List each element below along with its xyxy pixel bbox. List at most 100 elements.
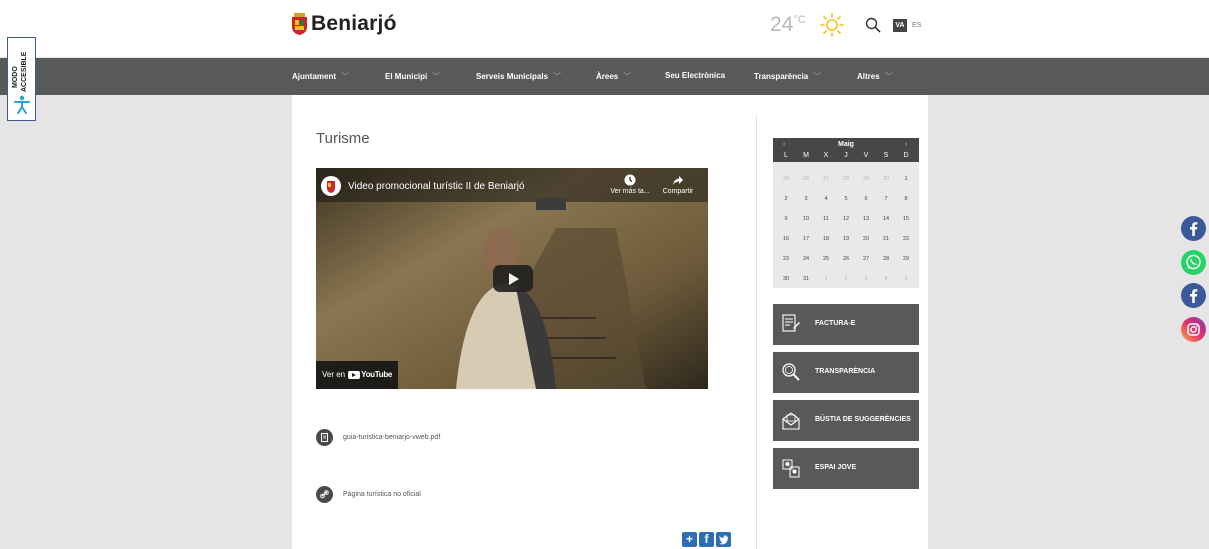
calendar-weekday: M xyxy=(803,152,809,159)
calendar-day[interactable]: 14 xyxy=(876,216,896,222)
calendar-day[interactable]: 28 xyxy=(876,256,896,262)
calendar-day[interactable]: 28 xyxy=(836,176,856,182)
facebook-icon[interactable] xyxy=(1181,283,1206,308)
calendar-day[interactable]: 6 xyxy=(856,196,876,202)
nav-ajuntament[interactable]: Ajuntament ﹀ xyxy=(292,71,349,82)
share-twitter-button[interactable] xyxy=(716,532,731,547)
calendar-day[interactable]: 2 xyxy=(776,196,796,202)
calendar-day[interactable]: 7 xyxy=(876,196,896,202)
facebook-icon[interactable] xyxy=(1181,216,1206,241)
calendar-day[interactable]: 8 xyxy=(896,196,916,202)
calendar-day[interactable]: 26 xyxy=(796,176,816,182)
play-button[interactable] xyxy=(493,265,533,292)
calendar-day[interactable]: 26 xyxy=(836,256,856,262)
calendar-day[interactable]: 11 xyxy=(816,216,836,222)
lang-es-button[interactable]: ES xyxy=(912,19,921,32)
calendar-day[interactable]: 29 xyxy=(896,256,916,262)
share-more-button[interactable]: + xyxy=(682,532,697,547)
calendar-day[interactable]: 20 xyxy=(856,236,876,242)
mailbox-icon xyxy=(782,412,800,430)
calendar-month: Maig xyxy=(838,141,854,148)
calendar-weekday: V xyxy=(863,152,869,159)
calendar-day[interactable]: 21 xyxy=(876,236,896,242)
accessibility-label: MODO ACCESIBLE xyxy=(12,51,28,92)
youth-icon xyxy=(782,459,800,478)
site-logo[interactable]: Beniarjó xyxy=(291,12,397,36)
calendar-day[interactable]: 17 xyxy=(796,236,816,242)
calendar-day[interactable]: 30 xyxy=(876,176,896,182)
calendar-day[interactable]: 1 xyxy=(816,276,836,282)
factura-e-button[interactable]: FACTURA-E xyxy=(773,304,919,345)
calendar-weekday: X xyxy=(823,152,829,159)
calendar-day[interactable]: 27 xyxy=(816,176,836,182)
lang-va-button[interactable]: VA xyxy=(893,19,907,32)
watch-on-youtube-button[interactable]: Ver en YouTube xyxy=(316,361,398,389)
sun-icon xyxy=(819,13,844,37)
chevron-down-icon: ﹀ xyxy=(813,72,822,81)
calendar-day[interactable]: 27 xyxy=(856,256,876,262)
calendar-day[interactable]: 30 xyxy=(776,276,796,282)
calendar-day[interactable]: 25 xyxy=(776,176,796,182)
calendar-day[interactable]: 23 xyxy=(776,256,796,262)
calendar-day[interactable]: 22 xyxy=(896,236,916,242)
calendar-day[interactable]: 16 xyxy=(776,236,796,242)
calendar-day[interactable]: 10 xyxy=(796,216,816,222)
nav-el-municipi[interactable]: El Municipi ﹀ xyxy=(385,71,440,82)
calendar-day[interactable]: 13 xyxy=(856,216,876,222)
chevron-down-icon: ﹀ xyxy=(341,72,349,81)
accessibility-mode-button[interactable]: MODO ACCESIBLE xyxy=(7,37,36,121)
calendar-day[interactable]: 3 xyxy=(796,196,816,202)
watch-later-button[interactable]: Ver más ta... xyxy=(604,174,656,195)
coat-of-arms-icon xyxy=(292,13,307,35)
whatsapp-icon[interactable] xyxy=(1181,250,1206,275)
youtube-logo-icon: YouTube xyxy=(348,361,392,389)
calendar-day[interactable]: 24 xyxy=(796,256,816,262)
search-icon[interactable] xyxy=(865,17,881,33)
main-nav: Ajuntament ﹀ El Municipi ﹀ Serveis Municip… xyxy=(0,58,1209,95)
calendar-widget: ‹ Maig › L M X J V S D 25 26 27 28 29 30 1 2 3 4 5 6 7 8 9 10 1… xyxy=(773,138,919,288)
weather-widget: 24°C xyxy=(770,13,844,37)
instagram-icon[interactable] xyxy=(1181,317,1206,342)
calendar-day[interactable]: 9 xyxy=(776,216,796,222)
calendar-day[interactable]: 1 xyxy=(896,176,916,182)
calendar-day[interactable]: 12 xyxy=(836,216,856,222)
calendar-day[interactable]: 31 xyxy=(796,276,816,282)
nav-transparencia[interactable]: Transparència ﹀ xyxy=(754,71,821,82)
transparencia-button[interactable]: TRANSPARÈNCIA xyxy=(773,352,919,393)
file-icon xyxy=(316,429,333,446)
invoice-icon xyxy=(782,314,800,332)
video-title[interactable]: Video promocional turístic II de Beniarj… xyxy=(348,181,525,192)
nav-serveis-municipals[interactable]: Serveis Municipals ﹀ xyxy=(476,71,561,82)
share-facebook-button[interactable]: f xyxy=(699,532,714,547)
share-bar: + f xyxy=(682,532,731,547)
channel-avatar[interactable] xyxy=(321,176,341,196)
calendar-day[interactable]: 25 xyxy=(816,256,836,262)
tourism-page-link[interactable]: Pàgina turística no oficial xyxy=(316,486,421,503)
calendar-day[interactable]: 4 xyxy=(876,276,896,282)
pdf-download-link[interactable]: guia-turistica-beniarjo-vweb.pdf xyxy=(316,429,440,446)
calendar-next-button[interactable]: › xyxy=(905,141,907,148)
calendar-day[interactable]: 3 xyxy=(856,276,876,282)
bustia-suggerencies-button[interactable]: BÚSTIA DE SUGGERÈNCIES xyxy=(773,400,919,441)
calendar-day[interactable]: 2 xyxy=(836,276,856,282)
calendar-weekday: L xyxy=(784,152,788,159)
calendar-day[interactable]: 5 xyxy=(896,276,916,282)
nav-arees[interactable]: Àrees ﹀ xyxy=(596,71,631,82)
calendar-weekday: J xyxy=(844,152,848,159)
calendar-day[interactable]: 19 xyxy=(836,236,856,242)
column-divider xyxy=(756,115,757,549)
chevron-down-icon: ﹀ xyxy=(623,72,632,81)
nav-altres[interactable]: Altres ﹀ xyxy=(857,71,893,82)
share-video-button[interactable]: Compartir xyxy=(652,174,704,195)
calendar-day[interactable]: 15 xyxy=(896,216,916,222)
calendar-day[interactable]: 29 xyxy=(856,176,876,182)
calendar-day[interactable]: 18 xyxy=(816,236,836,242)
clock-icon xyxy=(624,174,636,186)
youtube-video-embed[interactable]: Video promocional turístic II de Beniarj… xyxy=(316,168,708,389)
espai-jove-button[interactable]: ESPAI JOVE xyxy=(773,448,919,489)
twitter-icon xyxy=(719,535,728,545)
magnifier-icon xyxy=(782,363,800,381)
calendar-day[interactable]: 5 xyxy=(836,196,856,202)
nav-seu-electronica[interactable]: Seu Electrònica xyxy=(665,71,725,80)
calendar-day[interactable]: 4 xyxy=(816,196,836,202)
